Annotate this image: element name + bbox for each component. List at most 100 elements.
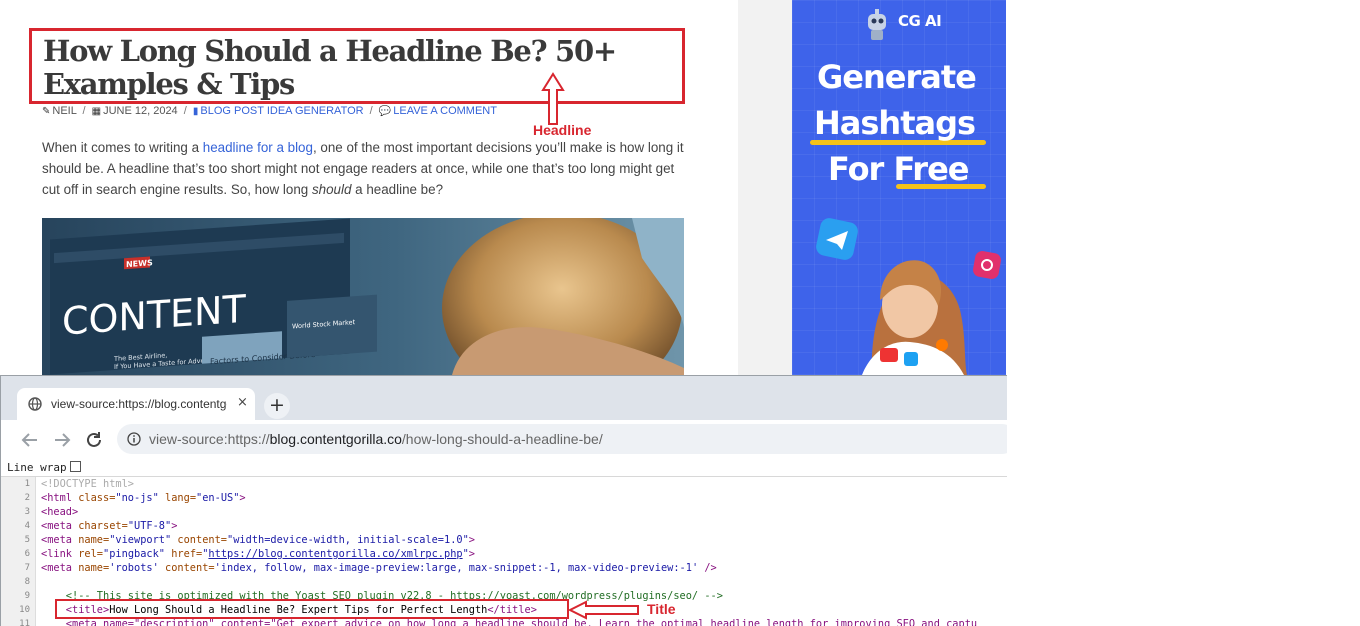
- tab-bar: view-source:https://blog.contentgorilla.…: [1, 376, 1007, 420]
- headline-highlight-box: How Long Should a Headline Be? 50+ Examp…: [29, 28, 685, 104]
- value: 'index, follow, max-image-preview:large,…: [214, 562, 705, 574]
- line-number: 5: [24, 535, 30, 545]
- ad-logo: CG AI: [862, 8, 942, 40]
- globe-icon: [28, 397, 42, 411]
- value: 'robots': [109, 562, 165, 574]
- telegram-icon: [816, 218, 858, 260]
- meta-separator: /: [369, 105, 373, 117]
- category-link[interactable]: BLOG POST IDEA GENERATOR: [200, 105, 363, 117]
- line-number: 3: [24, 507, 30, 517]
- value: "width=device-width, initial-scale=1.0": [227, 534, 469, 546]
- source-line: 1 <!DOCTYPE html>: [1, 477, 1007, 491]
- value: "en-US": [196, 492, 240, 504]
- headline-for-blog-link[interactable]: headline for a blog: [203, 140, 313, 155]
- line-number: 6: [24, 549, 30, 559]
- line-wrap-checkbox[interactable]: [70, 461, 81, 472]
- attr: lang=: [165, 492, 197, 504]
- ad-logo-text: CG AI: [898, 12, 942, 30]
- forward-arrow-icon[interactable]: [51, 429, 73, 451]
- browser-toolbar: view-source:https://blog.contentgorilla.…: [1, 420, 1007, 460]
- attr: name=: [78, 562, 110, 574]
- line-number: 10: [19, 605, 30, 615]
- line-wrap-bar: Line wrap: [1, 460, 1007, 477]
- tag: >: [468, 534, 475, 546]
- title-highlight-box: [55, 599, 569, 619]
- hashtag-ad-banner[interactable]: CG AI Generate Hashtags For Free: [792, 0, 1006, 375]
- intro-text: a headline be?: [351, 182, 444, 197]
- line-wrap-label: Line wrap: [7, 461, 67, 474]
- tag: <html: [41, 492, 79, 504]
- tag: <link: [41, 548, 79, 560]
- line-number: 1: [24, 479, 30, 489]
- tag: <meta: [41, 534, 79, 546]
- browser-window: view-source:https://blog.contentgorilla.…: [0, 375, 1007, 626]
- left-arrow-icon: [568, 600, 639, 620]
- tag: />: [704, 562, 717, 574]
- calendar-icon: ▦: [91, 106, 102, 117]
- value: "pingback": [103, 548, 172, 560]
- source-line: 3 <head>: [1, 505, 1007, 519]
- url-prefix: view-source:https://: [149, 431, 270, 447]
- address-bar[interactable]: view-source:https://blog.contentgorilla.…: [117, 424, 1007, 454]
- tab-view-source[interactable]: view-source:https://blog.contentgorilla.…: [17, 388, 255, 420]
- pencil-icon: ✎: [42, 106, 51, 117]
- intro-text: When it comes to writing a: [42, 140, 203, 155]
- xmlrpc-link[interactable]: https://blog.contentgorilla.co/xmlrpc.ph…: [208, 548, 462, 560]
- line-number: 8: [24, 577, 30, 587]
- attr: rel=: [78, 548, 104, 560]
- title-annotation: Title: [647, 601, 676, 617]
- attr: href=: [171, 548, 203, 560]
- author-link[interactable]: NEIL: [52, 105, 76, 117]
- source-line: 2 <html class="no-js" lang="en-US">: [1, 491, 1007, 505]
- back-arrow-icon[interactable]: [19, 429, 41, 451]
- line-number: 2: [24, 493, 30, 503]
- post-meta: ✎ NEIL / ▦ JUNE 12, 2024 / ▮ BLOG POST IDEA…: [42, 105, 497, 117]
- url-path: /how-long-should-a-headline-be/: [401, 431, 603, 447]
- robot-icon: [868, 9, 886, 40]
- line-text: <!DOCTYPE html>: [41, 478, 134, 490]
- attr: charset=: [78, 520, 128, 532]
- info-icon[interactable]: [127, 432, 141, 446]
- line-text: <head>: [41, 506, 79, 518]
- url-text: view-source:https://blog.contentgorilla.…: [149, 431, 603, 447]
- source-line: 5 <meta name="viewport" content="width=de…: [1, 533, 1007, 547]
- meta-separator: /: [183, 105, 187, 117]
- tag: <meta: [41, 520, 79, 532]
- tag: >: [468, 548, 475, 560]
- url-domain: blog.contentgorilla.co: [269, 431, 402, 447]
- ad-line-hashtags: Hashtags: [814, 104, 976, 142]
- meta-separator: /: [82, 105, 86, 117]
- comments-icon: 💬: [378, 106, 392, 117]
- source-line: 4 <meta charset="UTF-8">: [1, 519, 1007, 533]
- bookmark-icon: ▮: [192, 106, 199, 117]
- attr: content=: [177, 534, 228, 546]
- reload-icon[interactable]: [83, 429, 105, 451]
- close-icon[interactable]: ×: [237, 395, 248, 410]
- tag: >: [239, 492, 246, 504]
- instagram-icon: [973, 251, 1001, 279]
- attr: class=: [78, 492, 116, 504]
- ad-line-generate: Generate: [817, 58, 977, 96]
- hero-illustration: NEWS CONTENT The Best Airline, If You Ha…: [42, 218, 684, 375]
- intro-emphasis: should: [311, 182, 352, 197]
- line-number: 7: [24, 563, 30, 573]
- hero-image: NEWS CONTENT The Best Airline, If You Ha…: [42, 218, 684, 375]
- up-arrow-icon: [541, 72, 565, 125]
- line-number: 9: [24, 591, 30, 601]
- tag: <meta: [41, 562, 79, 574]
- comment-link[interactable]: LEAVE A COMMENT: [393, 105, 497, 117]
- tag: >: [171, 520, 178, 532]
- value: "UTF-8": [127, 520, 172, 532]
- ad-illustration: [816, 218, 1001, 375]
- attr: name=: [78, 534, 110, 546]
- page-title: How Long Should a Headline Be? 50+ Examp…: [43, 34, 617, 101]
- tab-title: view-source:https://blog.contentgorilla.…: [51, 397, 227, 411]
- new-tab-button[interactable]: +: [264, 393, 290, 419]
- source-line: 6 <link rel="pingback" href="https://blog…: [1, 547, 1007, 561]
- source-line: 8: [1, 575, 1007, 589]
- value: "no-js": [115, 492, 166, 504]
- post-date: JUNE 12, 2024: [103, 105, 178, 117]
- line-number: 4: [24, 521, 30, 531]
- source-line: 7 <meta name='robots' content='index, fol…: [1, 561, 1007, 575]
- ad-line-for-free: For Free: [828, 150, 969, 188]
